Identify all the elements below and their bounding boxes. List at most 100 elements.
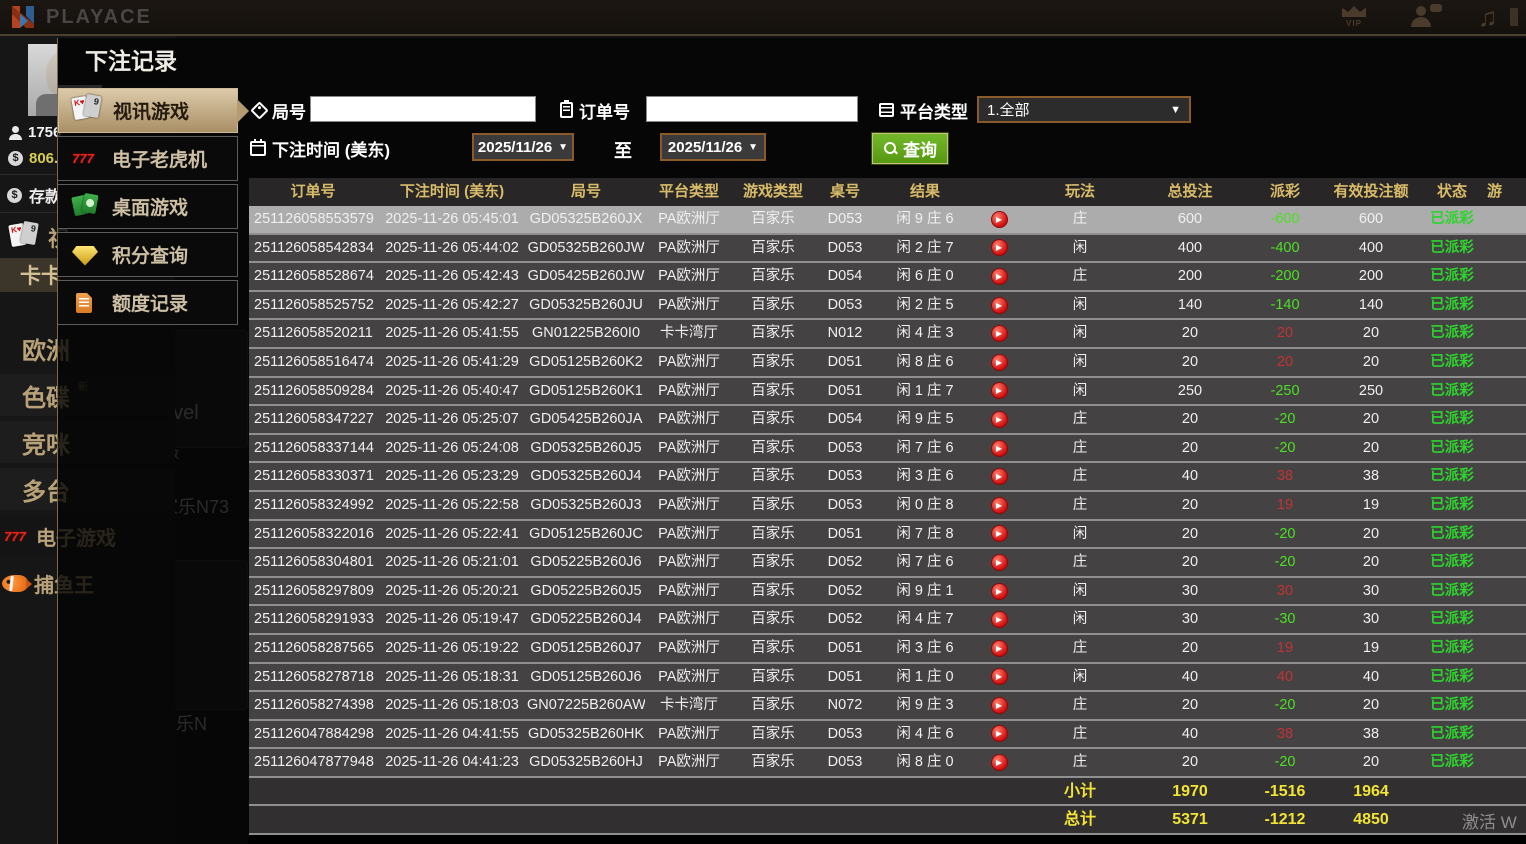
- order-input[interactable]: [646, 96, 858, 122]
- tab-table-games[interactable]: 桌面游戏: [58, 184, 238, 229]
- table-row[interactable]: 2511260585092842025-11-26 05:40:47GD0512…: [249, 378, 1526, 407]
- card-9-icon: 9: [20, 221, 39, 245]
- cell-result: 闲 8 庄 6: [877, 349, 973, 376]
- replay-play-button[interactable]: ▶: [991, 354, 1008, 371]
- tag-icon: [250, 101, 268, 119]
- table-row[interactable]: 2511260585164742025-11-26 05:41:29GD0512…: [249, 349, 1526, 378]
- cell-order-id: 251126058297809: [249, 578, 377, 605]
- table-row[interactable]: 2511260585428342025-11-26 05:44:02GD0532…: [249, 235, 1526, 264]
- table-row[interactable]: 2511260583048012025-11-26 05:21:01GD0522…: [249, 549, 1526, 578]
- table-row[interactable]: 2511260582743982025-11-26 05:18:03GN0722…: [249, 692, 1526, 721]
- replay-play-button[interactable]: ▶: [991, 583, 1008, 600]
- table-row[interactable]: 2511260582787182025-11-26 05:18:31GD0512…: [249, 664, 1526, 693]
- cell-play-side: 庄: [1025, 463, 1135, 490]
- cell-play-side: 闲: [1025, 349, 1135, 376]
- replay-play-button[interactable]: ▶: [991, 211, 1008, 228]
- table-row[interactable]: 2511260582919332025-11-26 05:19:47GD0522…: [249, 606, 1526, 635]
- cell-game-type: 百家乐: [733, 549, 813, 576]
- table-row[interactable]: 2511260585202112025-11-26 05:41:55GN0122…: [249, 320, 1526, 349]
- table-row[interactable]: 2511260582875652025-11-26 05:19:22GD0512…: [249, 635, 1526, 664]
- cell-result: 闲 4 庄 7: [877, 606, 973, 633]
- platform-select[interactable]: 1.全部 ▼: [977, 96, 1191, 123]
- table-row[interactable]: 2511260583303712025-11-26 05:23:29GD0532…: [249, 463, 1526, 492]
- cell-order-id: 251126058304801: [249, 549, 377, 576]
- col-result: 结果: [877, 178, 973, 206]
- brand-logo[interactable]: PLAYACE: [10, 4, 152, 30]
- replay-play-button[interactable]: ▶: [991, 640, 1008, 657]
- cell-cutoff: [1487, 435, 1526, 462]
- tab-quota-records[interactable]: 额度记录: [58, 280, 238, 325]
- cell-status: 已派彩: [1417, 521, 1487, 548]
- cell-game-type: 百家乐: [733, 492, 813, 519]
- cell-result: 闲 9 庄 5: [877, 406, 973, 433]
- replay-play-button[interactable]: ▶: [991, 468, 1008, 485]
- date-from-select[interactable]: 2025/11/26 ▼: [472, 133, 574, 161]
- cell-round-id: GD05425B260JA: [527, 406, 645, 433]
- cell-payout: -20: [1245, 549, 1325, 576]
- cell-table: D053: [813, 206, 877, 233]
- round-input[interactable]: [310, 96, 536, 122]
- cell-game-type: 百家乐: [733, 235, 813, 262]
- table-row[interactable]: 2511260583249922025-11-26 05:22:58GD0532…: [249, 492, 1526, 521]
- replay-play-button[interactable]: ▶: [991, 297, 1008, 314]
- table-row[interactable]: 2511260585535792025-11-26 05:45:01GD0532…: [249, 206, 1526, 235]
- cell-table: D052: [813, 549, 877, 576]
- cell-result: 闲 1 庄 7: [877, 378, 973, 405]
- search-icon: [883, 141, 898, 156]
- tab-label: 积分查询: [112, 241, 188, 268]
- replay-play-button[interactable]: ▶: [991, 268, 1008, 285]
- cell-order-id: 251126058347227: [249, 406, 377, 433]
- customer-service-button[interactable]: [1402, 2, 1446, 34]
- music-button[interactable]: ♫: [1472, 2, 1516, 34]
- cell-total-bet: 200: [1135, 263, 1245, 290]
- subtotal-valid-bet: 1964: [1325, 778, 1417, 805]
- replay-play-button[interactable]: ▶: [991, 554, 1008, 571]
- table-row[interactable]: 2511260583371442025-11-26 05:24:08GD0532…: [249, 435, 1526, 464]
- cell-table: D051: [813, 378, 877, 405]
- cell-cutoff: [1487, 206, 1526, 233]
- cell-status: 已派彩: [1417, 406, 1487, 433]
- tab-points[interactable]: 积分查询: [58, 232, 238, 277]
- table-row[interactable]: 2511260478842982025-11-26 04:41:55GD0532…: [249, 721, 1526, 750]
- search-button[interactable]: 查询: [872, 133, 948, 164]
- replay-play-button[interactable]: ▶: [991, 754, 1008, 771]
- cell-game-type: 百家乐: [733, 378, 813, 405]
- replay-play-button[interactable]: ▶: [991, 239, 1008, 256]
- cell-status: 已派彩: [1417, 635, 1487, 662]
- replay-play-button[interactable]: ▶: [991, 525, 1008, 542]
- cell-cutoff: [1487, 378, 1526, 405]
- table-row[interactable]: 2511260478779482025-11-26 04:41:23GD0532…: [249, 749, 1526, 778]
- table-row[interactable]: 2511260582978092025-11-26 05:20:21GD0522…: [249, 578, 1526, 607]
- replay-play-button[interactable]: ▶: [991, 440, 1008, 457]
- replay-play-button[interactable]: ▶: [991, 411, 1008, 428]
- col-cutoff: 游: [1487, 178, 1526, 206]
- cell-order-id: 251126058287565: [249, 635, 377, 662]
- cell-round-id: GD05225B260J6: [527, 549, 645, 576]
- vip-button[interactable]: VIP: [1332, 2, 1376, 34]
- replay-play-button[interactable]: ▶: [991, 382, 1008, 399]
- page-title: 下注记录: [58, 38, 1526, 85]
- total-row: 总计 5371 -1212 4850: [249, 806, 1526, 835]
- table-row[interactable]: 2511260585286742025-11-26 05:42:43GD0542…: [249, 263, 1526, 292]
- cell-round-id: GD05325B260JW: [527, 235, 645, 262]
- replay-play-button[interactable]: ▶: [991, 325, 1008, 342]
- cell-replay: ▶: [973, 378, 1025, 405]
- replay-play-button[interactable]: ▶: [991, 697, 1008, 714]
- cell-game-type: 百家乐: [733, 721, 813, 748]
- cell-order-id: 251126058274398: [249, 692, 377, 719]
- table-row[interactable]: 2511260583472272025-11-26 05:25:07GD0542…: [249, 406, 1526, 435]
- cell-valid-bet: 20: [1325, 549, 1417, 576]
- cell-status: 已派彩: [1417, 549, 1487, 576]
- cell-payout: -20: [1245, 749, 1325, 776]
- date-to-select[interactable]: 2025/11/26 ▼: [660, 133, 766, 161]
- table-row[interactable]: 2511260585257522025-11-26 05:42:27GD0532…: [249, 292, 1526, 321]
- replay-play-button[interactable]: ▶: [991, 611, 1008, 628]
- table-row[interactable]: 2511260583220162025-11-26 05:22:41GD0512…: [249, 521, 1526, 550]
- cell-round-id: GD05125B260K2: [527, 349, 645, 376]
- tab-video-games[interactable]: K♥ 9 视讯游戏: [58, 88, 238, 133]
- replay-play-button[interactable]: ▶: [991, 668, 1008, 685]
- tab-slots[interactable]: 777 电子老虎机: [58, 136, 238, 181]
- replay-play-button[interactable]: ▶: [991, 497, 1008, 514]
- document-icon: [70, 285, 102, 321]
- replay-play-button[interactable]: ▶: [991, 725, 1008, 742]
